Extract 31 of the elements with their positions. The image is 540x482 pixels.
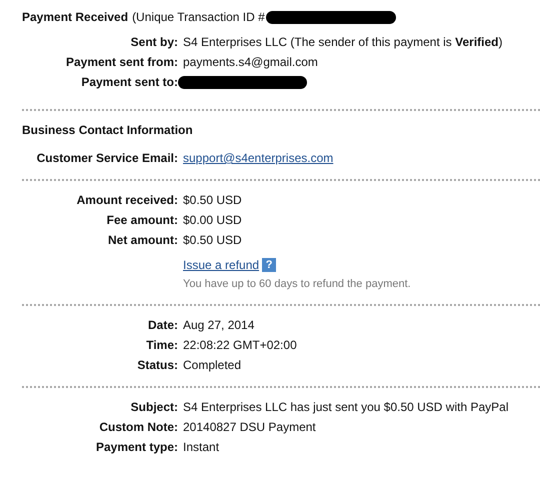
field-label: Fee amount: xyxy=(106,212,178,229)
field-value: Aug 27, 2014 xyxy=(183,316,254,334)
refund-link[interactable]: Issue a refund xyxy=(183,256,260,274)
field-label: Net amount: xyxy=(107,232,178,249)
field-value: $0.50 USD xyxy=(183,192,242,209)
section-heading: Business Contact Information xyxy=(22,122,194,139)
field-value: 20140827 DSU Payment xyxy=(183,418,316,436)
transaction-id-label: (Unique Transaction ID # xyxy=(132,9,265,26)
field-label: Subject: xyxy=(130,398,178,416)
field-value: S4 Enterprises LLC has just sent you $0.50 USD with PayPal xyxy=(183,398,508,416)
field-label: Status: xyxy=(136,356,178,374)
field-label: Payment sent from: xyxy=(64,54,178,71)
field-label: Payment type: xyxy=(94,438,178,456)
field-label: Time: xyxy=(145,336,178,354)
field-label: Sent by: xyxy=(130,34,178,51)
field-value: 22:08:22 GMT+02:00 xyxy=(183,336,297,354)
help-icon[interactable]: ? xyxy=(262,258,276,272)
field-value: Instant xyxy=(183,438,220,456)
field-label: Payment sent to: xyxy=(80,74,178,91)
field-label: Amount received: xyxy=(76,192,178,209)
field-value: S4 Enterprises LLC (The sender of this payment is Verified) xyxy=(183,34,502,51)
field-value: $0.00 USD xyxy=(183,212,242,229)
field-label: Date: xyxy=(146,316,178,334)
field-value: $0.50 USD xyxy=(183,232,242,249)
field-label: Custom Note: xyxy=(98,418,178,436)
field-value: payments.s4@gmail.com xyxy=(183,54,318,71)
refund-note: You have up to 60 days to refund the payment. xyxy=(183,277,412,292)
field-label: Customer Service Email: xyxy=(36,150,178,167)
page-title: Payment Received xyxy=(22,9,128,26)
email-link[interactable]: support@s4enterprises.com xyxy=(183,149,334,167)
field-value: Completed xyxy=(183,356,242,374)
